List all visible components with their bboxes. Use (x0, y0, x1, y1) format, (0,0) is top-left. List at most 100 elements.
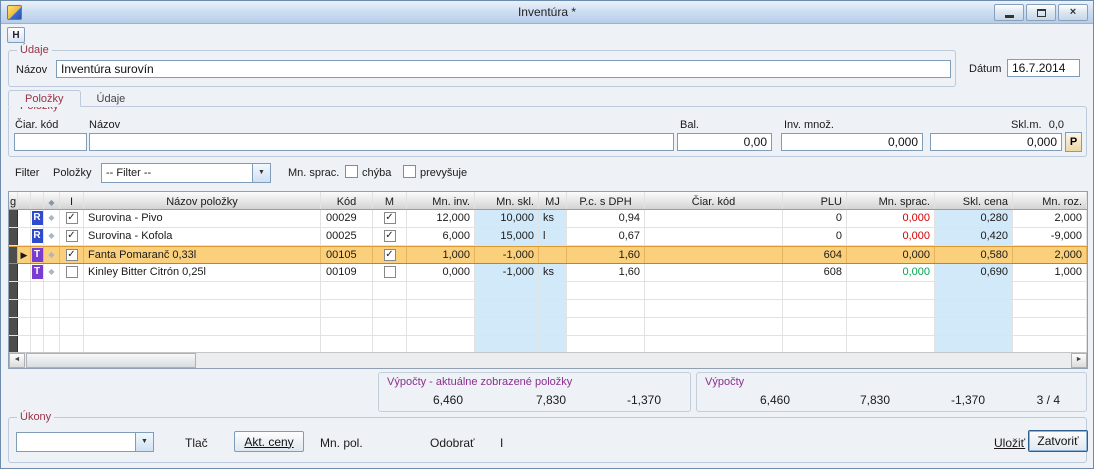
name-cell (84, 336, 321, 353)
scroll-right-button[interactable]: ► (1071, 353, 1087, 368)
kod-cell: 00029 (321, 210, 373, 227)
ciar-kod-cell (645, 282, 783, 299)
chevron-down-icon[interactable]: ▼ (135, 433, 153, 451)
i-checkbox[interactable]: ✓ (66, 249, 78, 261)
scrollbar-thumb[interactable] (26, 353, 196, 368)
inv-mnoz-input[interactable] (781, 133, 923, 151)
window-controls: × (994, 4, 1088, 21)
column-header-skl-cena[interactable]: Skl. cena (935, 192, 1013, 209)
i-checkbox[interactable]: ✓ (66, 230, 78, 242)
mn-pol-button[interactable]: Mn. pol. (320, 436, 363, 450)
summary-value: 6,460 (697, 393, 790, 407)
item-name-input[interactable] (89, 133, 674, 151)
column-header-nazov[interactable]: Názov položky (84, 192, 321, 209)
empty-row[interactable] (9, 318, 1087, 336)
horizontal-scrollbar[interactable]: ◄ ► (9, 352, 1087, 368)
mn-inv-cell (407, 282, 475, 299)
flag-column-header[interactable]: ◆ (44, 192, 60, 209)
column-header-kod[interactable]: Kód (321, 192, 373, 209)
diamond-icon: ◆ (48, 198, 54, 207)
ukony-dropdown[interactable]: ▼ (16, 432, 154, 452)
tab-udaje[interactable]: Údaje (81, 90, 142, 107)
m-checkbox[interactable]: ✓ (384, 249, 396, 261)
plu-cell: 0 (783, 228, 847, 245)
column-header-ciar-kod[interactable]: Čiar. kód (645, 192, 783, 209)
bal-input[interactable] (677, 133, 772, 151)
title-bar[interactable]: Inventúra * × (1, 1, 1093, 24)
empty-row[interactable] (9, 282, 1087, 300)
m-checkbox[interactable]: ✓ (384, 230, 396, 242)
column-header-mn-skl[interactable]: Mn. skl. (475, 192, 539, 209)
tab-polozky[interactable]: Položky (8, 90, 81, 107)
row-flag-cell (44, 300, 60, 317)
row-type-cell: T (31, 264, 44, 281)
m-checkbox[interactable] (384, 266, 396, 278)
ukony-group: Úkony ▼ Tlač Akt. ceny Mn. pol. Odobrať … (8, 417, 1087, 463)
column-header-mn-inv[interactable]: Mn. inv. (407, 192, 475, 209)
ukony-dropdown-value (17, 433, 135, 451)
row-type-cell: T (31, 247, 44, 263)
mj-cell: l (539, 228, 567, 245)
chevron-down-icon[interactable]: ▼ (252, 164, 270, 182)
chyba-checkbox[interactable] (345, 165, 358, 178)
column-header-mj[interactable]: MJ (539, 192, 567, 209)
maximize-icon (1037, 9, 1046, 17)
app-window: Inventúra * × H Údaje Názov Dátum Položk… (0, 0, 1094, 469)
row-selector-cell (18, 228, 31, 245)
column-header-mn-roz[interactable]: Mn. roz. (1013, 192, 1087, 209)
scroll-left-button[interactable]: ◄ (9, 353, 25, 368)
datum-input[interactable] (1007, 59, 1080, 77)
grid-body: R◆✓Surovina - Pivo00029✓12,00010,000ks0,… (9, 210, 1087, 354)
grid-header: g ◆ I Názov položky Kód M Mn. inv. Mn. s… (9, 192, 1087, 210)
row-flag-cell: ◆ (44, 247, 60, 263)
items-grid: g ◆ I Názov položky Kód M Mn. inv. Mn. s… (8, 191, 1088, 369)
skl-cena-cell (935, 336, 1013, 353)
nazov-input[interactable] (56, 60, 951, 78)
column-header-i[interactable]: I (60, 192, 84, 209)
table-row[interactable]: ▶T◆✓Fanta Pomaranč 0,33l00105✓1,000-1,00… (9, 246, 1087, 264)
mn-roz-cell: 2,000 (1013, 210, 1087, 227)
sklm-value: 0,0 (1039, 119, 1064, 131)
column-header-mn-sprac[interactable]: Mn. sprac. (847, 192, 935, 209)
empty-row[interactable] (9, 300, 1087, 318)
table-row[interactable]: T◆Kinley Bitter Citrón 0,25l001090,000-1… (9, 264, 1087, 282)
name-cell: Surovina - Pivo (84, 210, 321, 227)
odobrat-button[interactable]: Odobrať (430, 436, 475, 450)
h-button[interactable]: H (7, 27, 25, 43)
mj-cell (539, 336, 567, 353)
inv-mnoz-label: Inv. množ. (784, 119, 834, 131)
column-header-m[interactable]: M (373, 192, 407, 209)
m-checkbox[interactable]: ✓ (384, 212, 396, 224)
column-header-plu[interactable]: PLU (783, 192, 847, 209)
zatvorit-button[interactable]: Zatvoriť (1028, 430, 1088, 452)
row-flag-cell (44, 318, 60, 335)
tlac-button[interactable]: Tlač (185, 436, 208, 450)
p-button[interactable]: P (1065, 132, 1082, 152)
table-row[interactable]: R◆✓Surovina - Kofola00025✓6,00015,000l0,… (9, 228, 1087, 246)
ciar-kod-cell (645, 228, 783, 245)
i-checkbox[interactable]: ✓ (66, 212, 78, 224)
row-i-cell (60, 300, 84, 317)
mj-cell: ks (539, 210, 567, 227)
filter-dropdown[interactable]: -- Filter -- ▼ (101, 163, 271, 183)
i-checkbox[interactable] (66, 266, 78, 278)
close-button[interactable]: × (1058, 4, 1088, 21)
ulozit-button[interactable]: Uložiť (994, 436, 1025, 450)
minimize-button[interactable] (994, 4, 1024, 21)
barcode-input[interactable] (14, 133, 87, 151)
column-header-pc-s-dph[interactable]: P.c. s DPH (567, 192, 645, 209)
group-band-cell (9, 210, 18, 227)
mn-skl-cell (475, 282, 539, 299)
ciar-kod-cell (645, 210, 783, 227)
mn-sprac-cell: 0,000 (847, 247, 935, 263)
mn-roz-cell (1013, 300, 1087, 317)
prevysuje-checkbox[interactable] (403, 165, 416, 178)
name-cell (84, 318, 321, 335)
sklm-input[interactable] (930, 133, 1062, 151)
akt-ceny-button[interactable]: Akt. ceny (234, 431, 304, 452)
mn-roz-cell: 1,000 (1013, 264, 1087, 281)
row-i-cell (60, 336, 84, 353)
skl-cena-cell: 0,690 (935, 264, 1013, 281)
table-row[interactable]: R◆✓Surovina - Pivo00029✓12,00010,000ks0,… (9, 210, 1087, 228)
maximize-button[interactable] (1026, 4, 1056, 21)
